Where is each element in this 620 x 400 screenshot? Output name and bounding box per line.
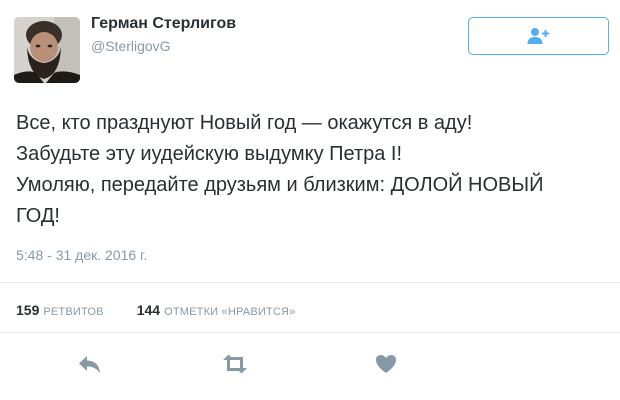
tweet-timestamp[interactable]: 5:48 - 31 дек. 2016 г. bbox=[16, 247, 147, 263]
likes-label: ОТМЕТКИ «НРАВИТСЯ» bbox=[164, 306, 296, 318]
follow-button[interactable] bbox=[468, 17, 609, 55]
reply-icon bbox=[79, 356, 100, 373]
tweet-text-line: Все, кто празднуют Новый год — окажутся … bbox=[16, 112, 473, 134]
tweet-stats: 159 РЕТВИТОВ 144 ОТМЕТКИ «НРАВИТСЯ» bbox=[16, 302, 296, 318]
divider bbox=[0, 332, 620, 333]
divider bbox=[0, 282, 620, 283]
author-name[interactable]: Герман Стерлигов bbox=[91, 15, 236, 33]
tweet-text-line: Забудьте эту иудейскую выдумку Петра I! bbox=[16, 143, 403, 165]
avatar-photo bbox=[14, 17, 80, 83]
likes-stat[interactable]: 144 ОТМЕТКИ «НРАВИТСЯ» bbox=[137, 302, 296, 318]
like-button[interactable] bbox=[372, 352, 400, 376]
author-handle[interactable]: @SterligovG bbox=[91, 38, 171, 54]
likes-count: 144 bbox=[136, 302, 161, 318]
retweet-icon bbox=[223, 354, 247, 374]
retweet-button[interactable] bbox=[221, 352, 249, 376]
follow-user-plus-icon bbox=[527, 28, 549, 44]
retweets-stat[interactable]: 159 РЕТВИТОВ bbox=[16, 302, 104, 318]
author-avatar[interactable] bbox=[14, 17, 80, 83]
heart-icon bbox=[376, 355, 396, 373]
retweets-label: РЕТВИТОВ bbox=[43, 306, 104, 318]
tweet-text-line: Умоляю, передайте друзьям и близким: ДОЛ… bbox=[16, 174, 544, 196]
reply-button[interactable] bbox=[76, 352, 104, 376]
retweets-count: 159 bbox=[16, 302, 40, 318]
tweet-text-line: ГОД! bbox=[16, 205, 60, 227]
tweet-text: Все, кто празднуют Новый год — окажутся … bbox=[16, 108, 606, 232]
